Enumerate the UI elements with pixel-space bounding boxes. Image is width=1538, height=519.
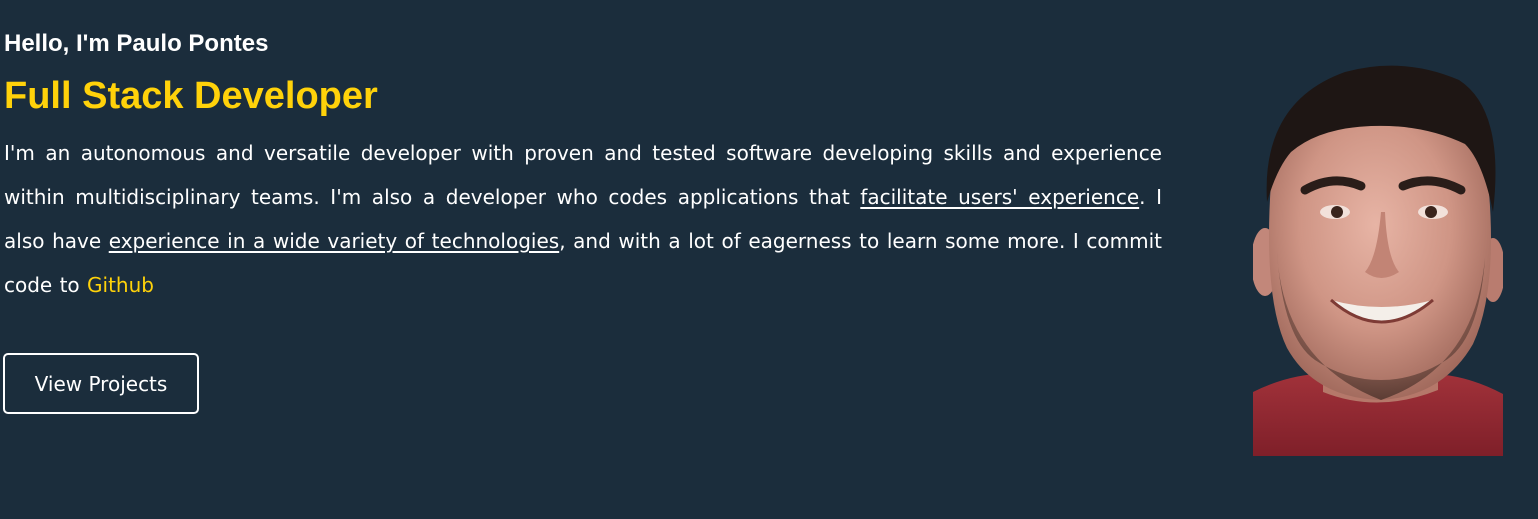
greeting-heading: Hello, I'm Paulo Pontes	[4, 30, 269, 57]
profile-photo	[1253, 65, 1503, 456]
technologies-link[interactable]: experience in a wide variety of technolo…	[109, 229, 559, 253]
bio-paragraph: I'm an autonomous and versatile develope…	[4, 131, 1162, 307]
hero-section: Hello, I'm Paulo Pontes Full Stack Devel…	[0, 0, 1538, 519]
facilitate-users-experience-link[interactable]: facilitate users' experience	[860, 185, 1139, 209]
github-link[interactable]: Github	[87, 273, 154, 297]
intro: Hello, I'm Paulo Pontes Full Stack Devel…	[4, 30, 1162, 307]
view-projects-button[interactable]: View Projects	[3, 353, 199, 414]
role-title: Full Stack Developer	[4, 75, 378, 117]
